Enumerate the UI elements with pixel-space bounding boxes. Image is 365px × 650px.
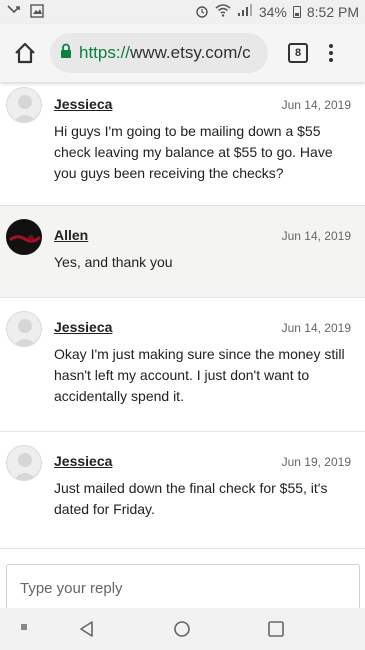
- avatar[interactable]: [6, 87, 42, 123]
- message-author[interactable]: Jessieca: [54, 96, 112, 112]
- default-user-icon: [13, 95, 37, 122]
- lock-icon: [60, 43, 72, 64]
- message-text: Yes, and thank you: [54, 254, 173, 270]
- reply-area: [0, 548, 365, 612]
- dot-icon: [21, 624, 27, 630]
- message-text: Okay I'm just making sure since the mone…: [54, 346, 345, 404]
- recents-button[interactable]: [267, 620, 285, 638]
- nav-dot-button[interactable]: [20, 623, 28, 631]
- message-text: Just mailed down the final check for $55…: [54, 480, 328, 517]
- menu-dot-icon: [329, 51, 333, 55]
- battery-icon: [292, 6, 301, 18]
- image-notification-icon: [30, 3, 44, 21]
- message: Jessieca Jun 14, 2019 Okay I'm just maki…: [0, 298, 365, 432]
- browser-toolbar: https://www.etsy.com/c 8: [0, 24, 365, 82]
- home-nav-button[interactable]: [173, 620, 191, 638]
- clock: 8:52 PM: [306, 4, 359, 20]
- missed-call-icon: [6, 4, 22, 21]
- home-button[interactable]: [10, 38, 40, 68]
- home-circle-icon: [174, 621, 190, 637]
- menu-dot-icon: [329, 44, 333, 48]
- message-author[interactable]: Jessieca: [54, 319, 112, 335]
- message-text: Hi guys I'm going to be mailing down a $…: [54, 123, 333, 181]
- avatar[interactable]: [6, 445, 42, 481]
- message-author[interactable]: Jessieca: [54, 453, 112, 469]
- tab-switcher-button[interactable]: 8: [288, 43, 308, 63]
- back-icon: [80, 621, 93, 637]
- reply-input[interactable]: [6, 564, 360, 612]
- recents-icon: [268, 621, 284, 637]
- user-photo-icon: [7, 220, 41, 254]
- overflow-menu-button[interactable]: [326, 44, 336, 62]
- default-user-icon: [13, 319, 37, 346]
- address-bar[interactable]: https://www.etsy.com/c: [50, 33, 268, 73]
- url-scheme: https://: [79, 43, 131, 62]
- avatar[interactable]: [6, 219, 42, 255]
- message-date: Jun 14, 2019: [281, 229, 351, 243]
- conversation-thread: Jessieca Jun 14, 2019 Hi guys I'm going …: [0, 82, 365, 562]
- home-icon: [15, 42, 35, 64]
- signal-icon: [237, 4, 253, 20]
- message: Jessieca Jun 19, 2019 Just mailed down t…: [0, 432, 365, 542]
- message-date: Jun 14, 2019: [281, 98, 351, 112]
- back-button[interactable]: [78, 620, 96, 638]
- alarm-icon: [195, 4, 209, 21]
- wifi-icon: [215, 4, 231, 20]
- system-nav-bar: [0, 608, 365, 650]
- message-date: Jun 14, 2019: [281, 321, 351, 335]
- avatar[interactable]: [6, 311, 42, 347]
- message: Jessieca Jun 14, 2019 Hi guys I'm going …: [0, 82, 365, 206]
- menu-dot-icon: [329, 58, 333, 62]
- battery-percent: 34%: [258, 4, 287, 20]
- message-author[interactable]: Allen: [54, 227, 88, 243]
- url-host: www.etsy.com/c: [130, 43, 251, 62]
- message: Allen Jun 14, 2019 Yes, and thank you: [0, 206, 365, 298]
- default-user-icon: [13, 453, 37, 480]
- message-date: Jun 19, 2019: [281, 455, 351, 469]
- status-bar: 34% 8:52 PM: [0, 0, 365, 24]
